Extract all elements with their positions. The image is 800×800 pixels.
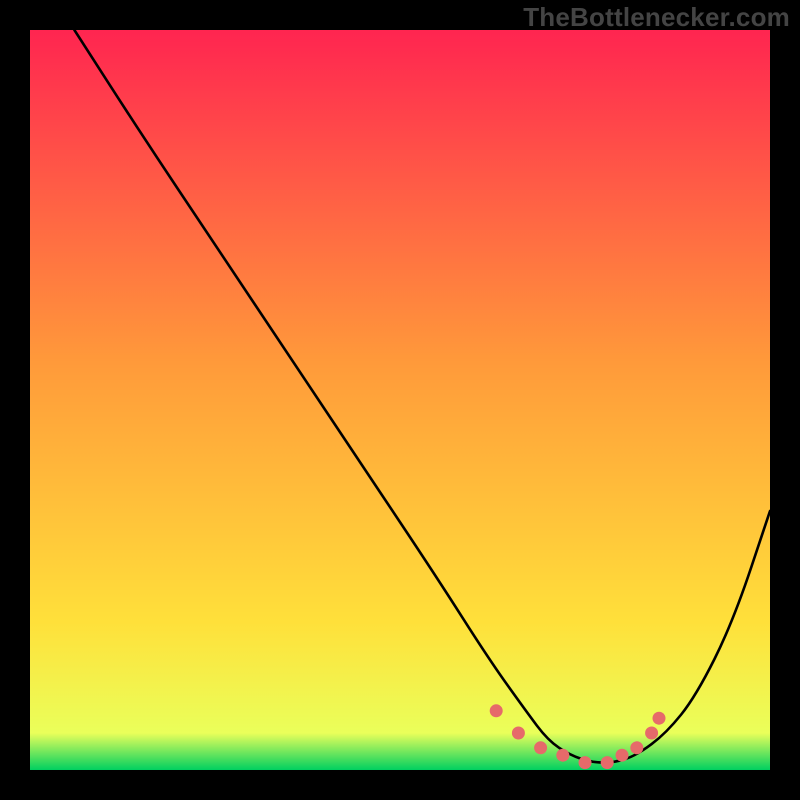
marker-dot — [645, 727, 658, 740]
chart-frame: TheBottlenecker.com — [0, 0, 800, 800]
marker-dot — [616, 749, 629, 762]
watermark-text: TheBottlenecker.com — [523, 2, 790, 33]
gradient-background — [30, 30, 770, 770]
marker-dot — [630, 741, 643, 754]
marker-dot — [601, 756, 614, 769]
marker-dot — [534, 741, 547, 754]
marker-dot — [490, 704, 503, 717]
chart-svg — [30, 30, 770, 770]
marker-dot — [579, 756, 592, 769]
marker-dot — [556, 749, 569, 762]
plot-area — [30, 30, 770, 770]
marker-dot — [512, 727, 525, 740]
marker-dot — [653, 712, 666, 725]
